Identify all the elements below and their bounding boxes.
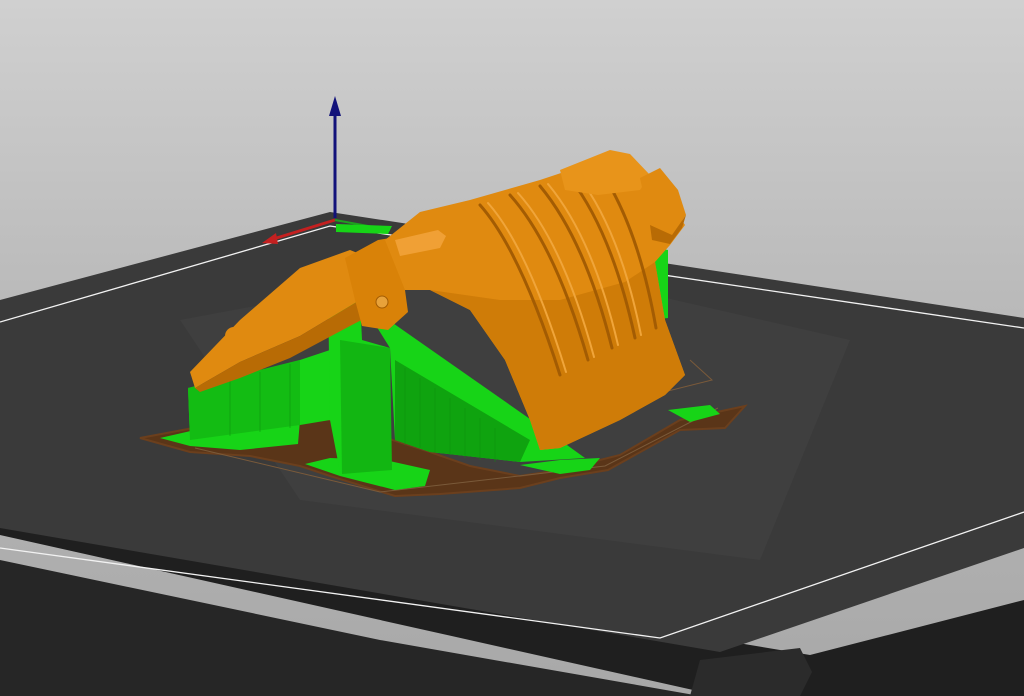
z-axis-arrow bbox=[329, 96, 341, 116]
3d-viewport[interactable]: ʖ bbox=[0, 0, 1024, 696]
model-joint-hole bbox=[375, 295, 389, 309]
support-pillar-front bbox=[340, 340, 392, 474]
model-left-knob bbox=[225, 327, 243, 345]
scene-canvas[interactable]: ʖ bbox=[0, 0, 1024, 696]
model-rear-cylinder bbox=[560, 150, 650, 195]
